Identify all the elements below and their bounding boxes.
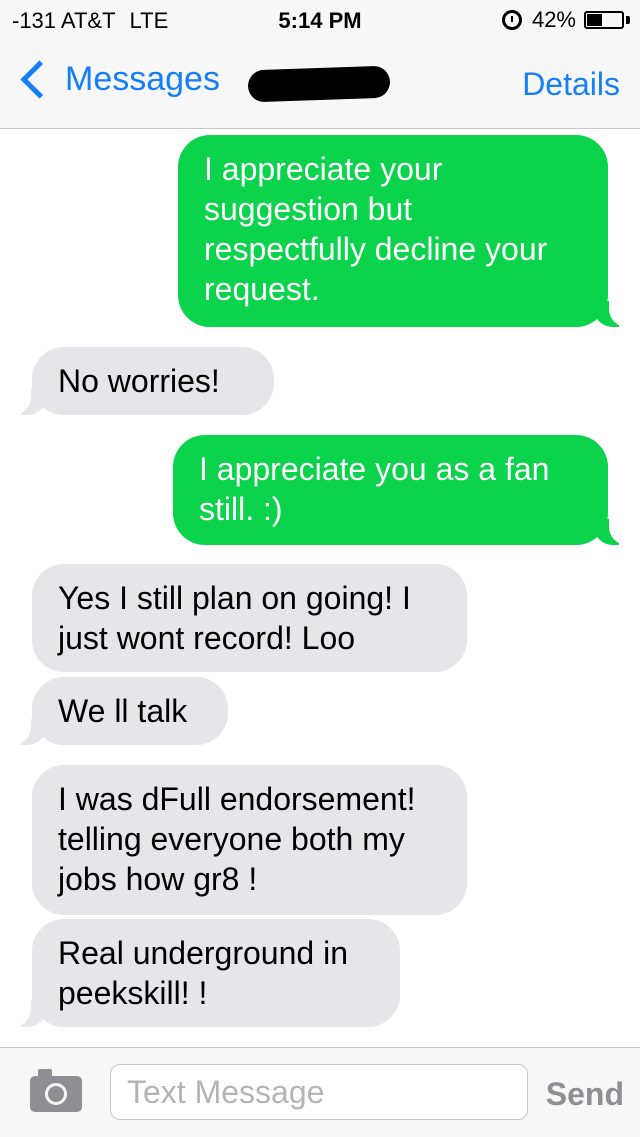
- send-button[interactable]: Send: [546, 1076, 624, 1113]
- redacted-contact-name: [247, 65, 391, 103]
- nav-bar: Messages Details: [0, 40, 640, 129]
- message-bubble-incoming[interactable]: Real underground in peekskill! !: [11, 919, 400, 1027]
- message-bubble-outgoing[interactable]: I appreciate your suggestion but respect…: [178, 135, 629, 327]
- message-bubble-incoming[interactable]: I was dFull endorsement! telling everyon…: [32, 765, 467, 915]
- status-bar: -131 AT&T LTE 5:14 PM 42%: [0, 0, 640, 40]
- bubble-tail: [11, 715, 47, 745]
- bubble-tail: [593, 297, 629, 327]
- message-list[interactable]: I appreciate your suggestion but respect…: [0, 129, 640, 1047]
- back-label: Messages: [65, 60, 220, 98]
- message-text: We ll talk: [58, 693, 188, 729]
- details-button[interactable]: Details: [522, 66, 620, 103]
- bubble-tail: [593, 515, 629, 545]
- back-button[interactable]: Messages: [16, 60, 220, 99]
- camera-icon[interactable]: [30, 1069, 82, 1112]
- battery-tip: [626, 16, 630, 24]
- battery-fill: [587, 14, 603, 26]
- alarm-icon: [501, 10, 522, 30]
- message-text: Yes I still plan on going! I just wont r…: [58, 580, 411, 656]
- message-bubble-incoming[interactable]: We ll talk: [11, 677, 228, 745]
- message-text: No worries!: [58, 363, 220, 399]
- message-text: I appreciate your suggestion but respect…: [204, 151, 548, 307]
- message-bubble-outgoing[interactable]: I appreciate you as a fan still. :): [173, 435, 629, 545]
- message-text: Real underground in peekskill! !: [58, 935, 348, 1011]
- bubble-tail: [11, 385, 47, 415]
- message-text: I appreciate you as a fan still. :): [199, 451, 550, 527]
- status-right: 42%: [501, 7, 630, 33]
- message-input[interactable]: [110, 1064, 528, 1120]
- message-bubble-incoming[interactable]: No worries!: [11, 347, 274, 415]
- bubble-tail: [11, 997, 47, 1027]
- message-text: I was dFull endorsement! telling everyon…: [58, 781, 416, 897]
- battery-percent: 42%: [531, 7, 576, 32]
- message-bubble-incoming[interactable]: Yes I still plan on going! I just wont r…: [32, 564, 467, 672]
- compose-bar: Send: [0, 1047, 640, 1137]
- battery-icon: [584, 11, 624, 29]
- chevron-left-icon: [20, 60, 59, 99]
